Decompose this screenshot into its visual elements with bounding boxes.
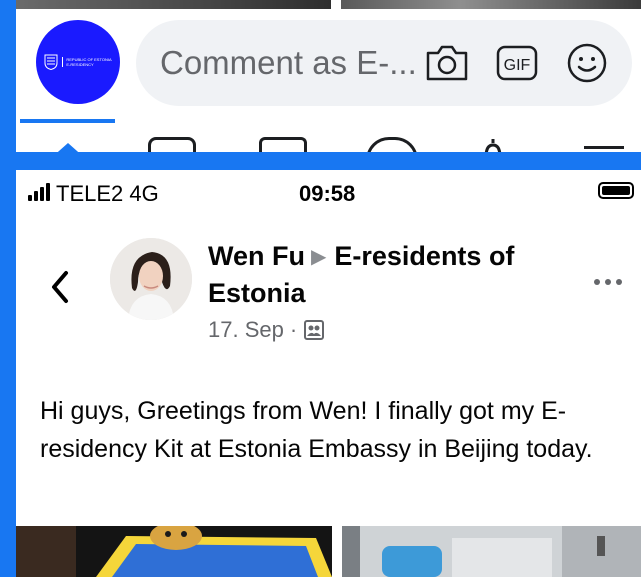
meta-separator: · [289, 317, 298, 342]
previous-photo-left[interactable] [16, 0, 331, 9]
author-avatar[interactable] [110, 238, 192, 320]
arrow-right-icon: ▶ [311, 246, 327, 268]
group-members-icon [304, 320, 325, 340]
marketplace-tab-icon[interactable] [259, 137, 307, 152]
post-photo-right[interactable] [342, 526, 641, 577]
post-meta: 17. Sep · [208, 317, 538, 343]
status-bar: TELE2 4G 09:58 [16, 170, 641, 214]
smiley-icon[interactable] [562, 38, 612, 88]
logo-line-2: E-RESIDENCY [66, 62, 94, 67]
active-tab-indicator [20, 119, 115, 123]
home-tab-icon[interactable] [46, 139, 90, 152]
comment-input[interactable]: Comment as E-... GIF [136, 20, 632, 106]
post-title: Wen Fu ▶ E-residents of Estonia [208, 238, 538, 311]
gif-label: GIF [504, 57, 531, 74]
groups-tab-icon[interactable] [366, 137, 418, 152]
camera-icon[interactable] [422, 38, 472, 88]
battery-icon [598, 182, 634, 199]
post-date[interactable]: 17. Sep [208, 317, 284, 343]
comment-placeholder: Comment as E-... [160, 44, 416, 81]
post-photo-left[interactable] [16, 526, 332, 577]
back-button[interactable] [42, 265, 78, 309]
post-photos [16, 526, 641, 577]
author-name-link[interactable]: Wen Fu [208, 241, 305, 271]
post-header: Wen Fu ▶ E-residents of Estonia 17. Sep · [208, 238, 538, 343]
signal-strength-icon [28, 183, 50, 201]
page-logo-text: REPUBLIC OF ESTONIA E-RESIDENCY [62, 57, 112, 67]
previous-photo-right[interactable] [341, 0, 641, 9]
page-avatar[interactable]: REPUBLIC OF ESTONIA E-RESIDENCY [36, 20, 120, 104]
gif-icon[interactable]: GIF [492, 38, 542, 88]
comment-composer-panel: REPUBLIC OF ESTONIA E-RESIDENCY Comment … [16, 0, 641, 152]
watch-tab-icon[interactable] [148, 137, 196, 152]
estonia-crest-icon [44, 54, 58, 70]
previous-photos-strip [16, 0, 641, 9]
more-options-button[interactable] [588, 272, 628, 292]
bottom-tab-bar [16, 137, 641, 152]
chevron-left-icon [52, 271, 68, 303]
post-panel: TELE2 4G 09:58 Wen Fu ▶ E-residents of Est… [16, 170, 641, 577]
post-body-text: Hi guys, Greetings from Wen! I finally g… [40, 397, 593, 463]
menu-tab-icon[interactable] [584, 146, 624, 149]
carrier-label: TELE2 4G [56, 181, 159, 206]
notifications-tab-icon[interactable] [478, 137, 508, 152]
status-time: 09:58 [299, 181, 356, 206]
